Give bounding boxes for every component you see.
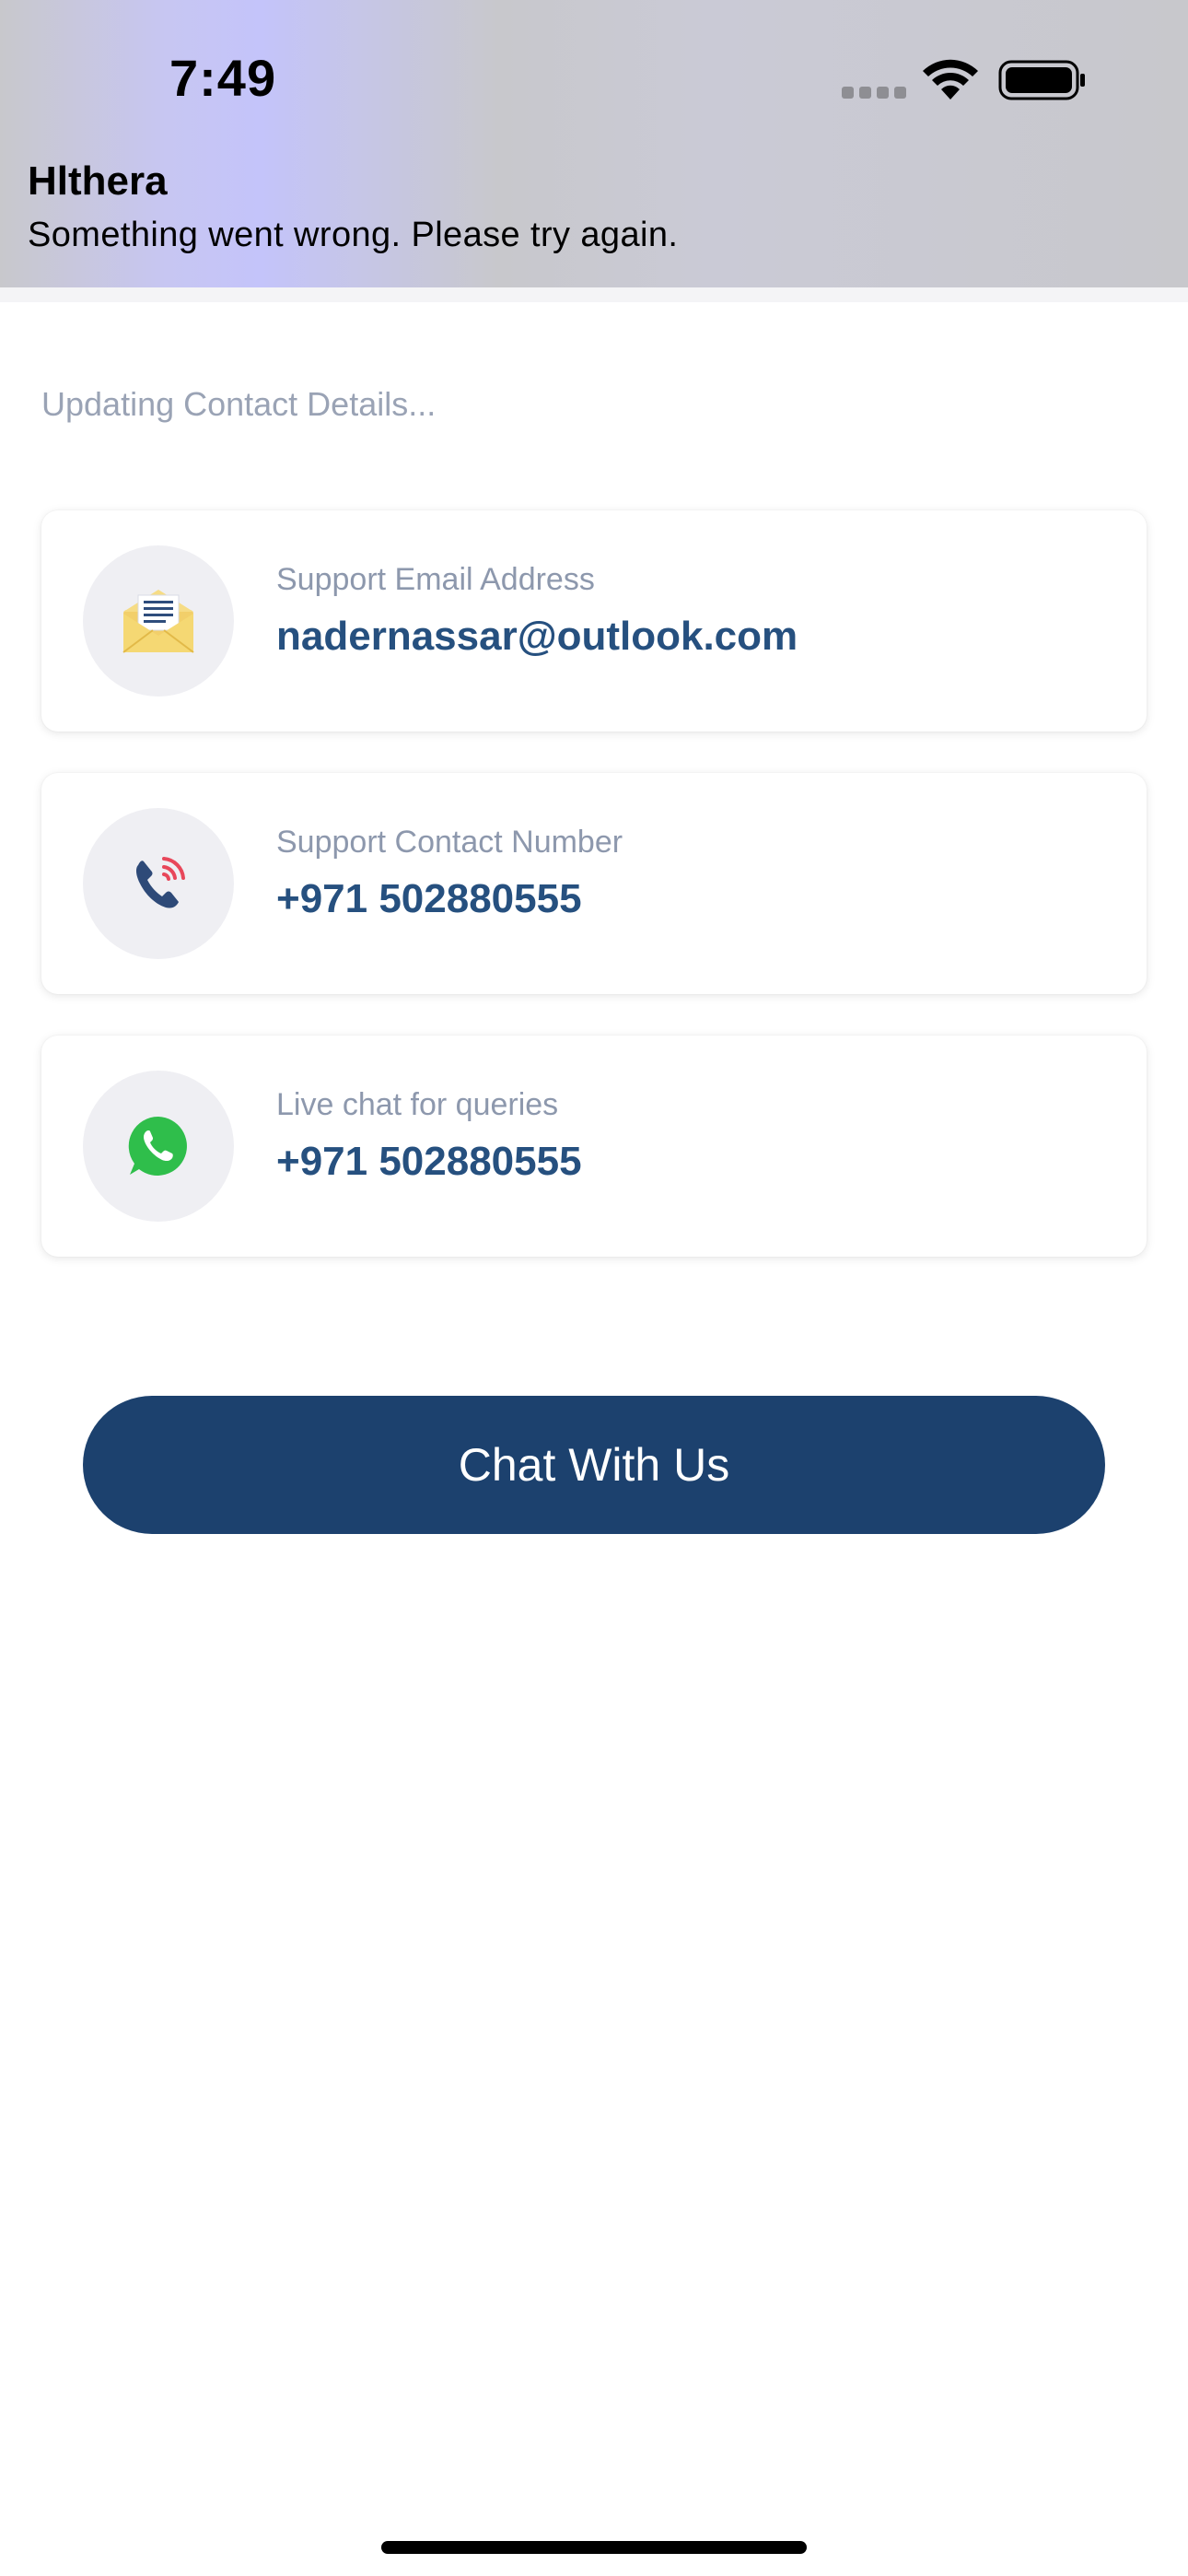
card-label: Support Contact Number bbox=[276, 825, 623, 860]
card-value[interactable]: +971 502880555 bbox=[276, 1139, 582, 1185]
live-chat-card[interactable]: Live chat for queries +971 502880555 bbox=[41, 1036, 1147, 1257]
chat-with-us-button[interactable]: Chat With Us bbox=[83, 1396, 1105, 1534]
whatsapp-icon bbox=[83, 1071, 234, 1222]
wifi-icon bbox=[923, 59, 978, 100]
divider bbox=[0, 287, 1188, 302]
support-phone-card[interactable]: Support Contact Number +971 502880555 bbox=[41, 773, 1147, 994]
notification-app-name: Hlthera bbox=[28, 158, 168, 204]
status-time: 7:49 bbox=[169, 49, 277, 107]
notification-message: Something went wrong. Please try again. bbox=[28, 216, 679, 254]
battery-icon bbox=[998, 60, 1085, 100]
cellular-signal-icon bbox=[842, 87, 906, 100]
card-label: Live chat for queries bbox=[276, 1087, 559, 1122]
card-label: Support Email Address bbox=[276, 562, 595, 597]
phone-icon bbox=[83, 808, 234, 959]
support-email-card[interactable]: Support Email Address nadernassar@outloo… bbox=[41, 510, 1147, 732]
home-indicator[interactable] bbox=[381, 2541, 807, 2554]
envelope-icon bbox=[83, 545, 234, 697]
card-value[interactable]: nadernassar@outlook.com bbox=[276, 614, 798, 660]
notification-banner[interactable]: 7:49 Hlthera Something went wrong. Pleas… bbox=[0, 0, 1188, 287]
status-text: Updating Contact Details... bbox=[41, 385, 437, 423]
card-value[interactable]: +971 502880555 bbox=[276, 876, 582, 922]
